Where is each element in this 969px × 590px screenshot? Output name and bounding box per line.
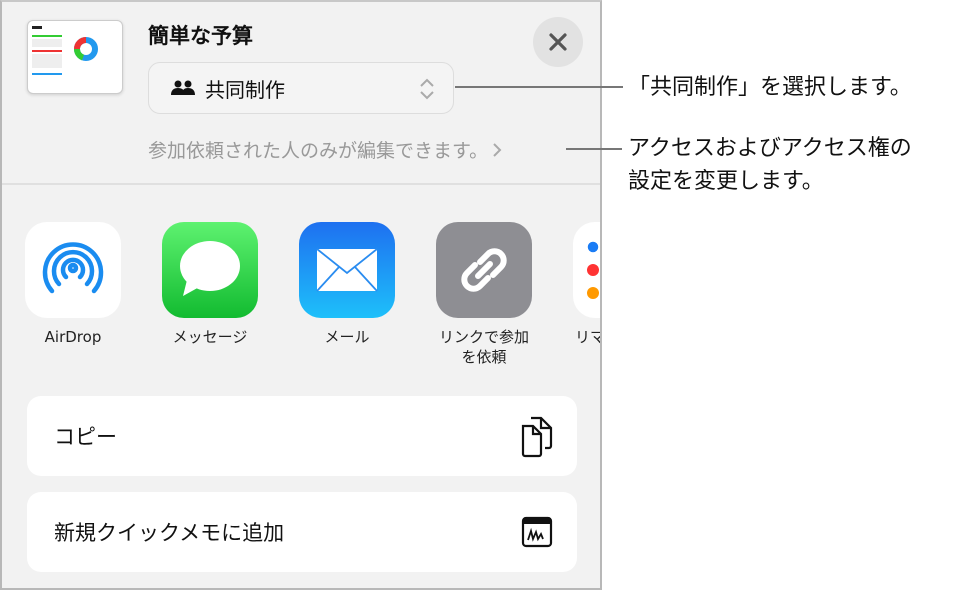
chevron-right-icon	[493, 142, 502, 157]
copy-icon	[521, 416, 553, 458]
link-icon	[436, 222, 532, 318]
close-button[interactable]	[533, 17, 583, 67]
divider	[2, 183, 600, 185]
airdrop-icon	[25, 222, 121, 318]
document-thumbnail	[27, 20, 123, 94]
collaboration-mode-select[interactable]: 共同制作	[148, 62, 454, 114]
callout-collaboration: 「共同制作」を選択します。	[628, 75, 912, 100]
app-mail[interactable]: メール	[299, 222, 395, 347]
people-icon	[171, 80, 195, 95]
chevron-up-down-icon	[420, 78, 434, 100]
document-title: 簡単な予算	[148, 24, 253, 48]
reminders-icon	[573, 222, 600, 318]
app-label: リマ	[575, 328, 600, 346]
app-messages[interactable]: メッセージ	[162, 222, 258, 347]
quick-note-action[interactable]: 新規クイックメモに追加	[27, 492, 577, 572]
app-airdrop[interactable]: AirDrop	[25, 222, 121, 347]
action-label: 新規クイックメモに追加	[54, 521, 285, 545]
app-invite-link[interactable]: リンクで参加 を依頼	[436, 222, 532, 367]
callout-line	[455, 86, 623, 88]
app-label: リンクで参加 を依頼	[438, 328, 529, 366]
messages-icon	[162, 222, 258, 318]
quick-note-icon	[521, 516, 553, 548]
collaboration-mode-value: 共同制作	[205, 77, 285, 102]
permission-settings-link[interactable]: 参加依頼された人のみが編集できます。	[148, 136, 502, 163]
copy-action[interactable]: コピー	[27, 396, 577, 476]
app-reminders[interactable]: リマ	[573, 222, 600, 347]
callout-line	[566, 148, 622, 150]
close-icon	[549, 33, 567, 51]
permission-summary: 参加依頼された人のみが編集できます。	[148, 140, 489, 162]
callout-access-line1: アクセスおよびアクセス権の	[628, 136, 912, 161]
share-sheet: 簡単な予算 共同制作 参加依頼された人のみが編集できます。 AirDrop メッ…	[0, 0, 602, 590]
app-label: メール	[324, 328, 370, 346]
app-label: AirDrop	[44, 328, 102, 346]
mail-icon	[299, 222, 395, 318]
callout-access-line2: 設定を変更します。	[628, 169, 824, 194]
app-label: メッセージ	[172, 328, 248, 346]
action-label: コピー	[54, 425, 117, 449]
